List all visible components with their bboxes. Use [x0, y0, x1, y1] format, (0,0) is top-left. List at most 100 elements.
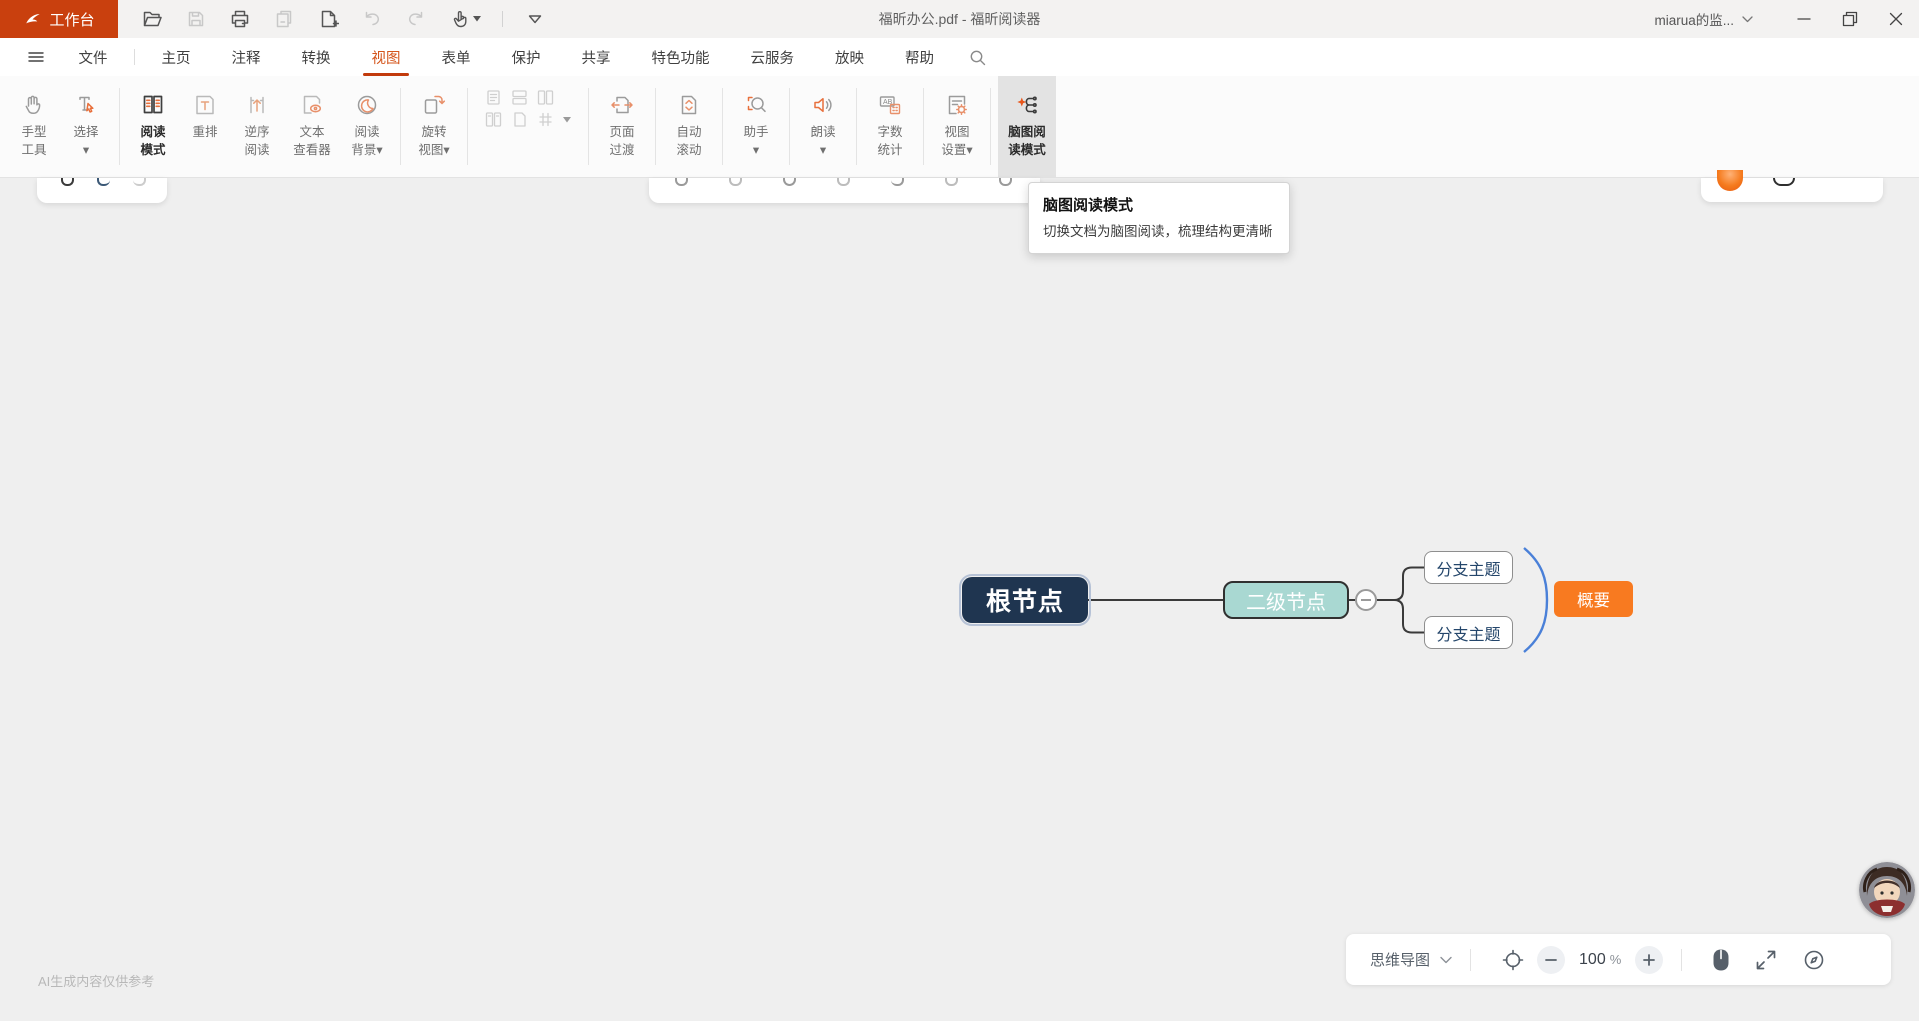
redo-icon[interactable] [404, 7, 428, 31]
menu-bar: 文件 主页 注释 转换 视图 表单 保护 共享 特色功能 云服务 放映 帮助 [0, 38, 1919, 76]
reading-background-button[interactable]: 阅读 背景▾ [341, 76, 393, 177]
partial-toolbar-left [37, 178, 167, 203]
rotate-view-button[interactable]: 旋转 视图▾ [408, 76, 460, 177]
menu-item-file[interactable]: 文件 [79, 38, 108, 76]
partial-icon [891, 178, 904, 186]
statusbar-divider [1470, 949, 1471, 971]
zoom-level-value: 100 [1579, 951, 1606, 969]
page-layout-group[interactable] [475, 76, 581, 177]
split-layout-icon[interactable] [511, 112, 528, 127]
book-layout-icon[interactable] [485, 112, 502, 127]
reflow-icon [191, 87, 219, 123]
titlebar-divider [502, 11, 503, 27]
menu-item-share[interactable]: 共享 [582, 38, 611, 76]
text-viewer-icon [298, 87, 326, 123]
book-icon [139, 87, 167, 123]
reverse-reading-button[interactable]: 逆序 阅读 [231, 76, 283, 177]
copy-icon[interactable] [272, 7, 296, 31]
user-account-menu[interactable]: miarua的监... [1654, 9, 1753, 29]
mouse-mode-icon[interactable] [1712, 948, 1730, 972]
mindmap-branch-node-bottom[interactable]: 分支主题 [1424, 616, 1513, 649]
page-transition-button[interactable]: 页面 过渡 [596, 76, 648, 177]
search-icon[interactable] [969, 49, 986, 66]
title-bar: 工作台 福昕办公.pdf - 福昕阅读器 [0, 0, 1919, 38]
word-count-button[interactable]: AB 字数 统计 [864, 76, 916, 177]
ribbon-divider [923, 88, 924, 165]
menu-item-protect[interactable]: 保护 [512, 38, 541, 76]
partial-icon [837, 178, 850, 186]
zoom-out-button[interactable] [1537, 946, 1565, 974]
restore-window-button[interactable] [1827, 0, 1873, 38]
facing-layout-icon[interactable] [537, 90, 554, 105]
menu-item-comment[interactable]: 注释 [232, 38, 261, 76]
mindmap-mode-icon [1013, 87, 1041, 123]
mindmap-summary-node[interactable]: 概要 [1554, 581, 1633, 617]
ribbon-divider [856, 88, 857, 165]
auto-scroll-icon [675, 87, 703, 123]
assistant-avatar[interactable] [1859, 862, 1915, 918]
locate-center-icon[interactable] [1501, 948, 1525, 972]
save-icon[interactable] [184, 7, 208, 31]
menu-item-view[interactable]: 视图 [372, 38, 401, 76]
ribbon-divider [467, 88, 468, 165]
reflow-button[interactable]: 重排 [179, 76, 231, 177]
tooltip-title: 脑图阅读模式 [1043, 194, 1275, 215]
user-name: miarua的监... [1654, 9, 1734, 29]
assistant-button[interactable]: 助手 ▾ [730, 76, 782, 177]
collapse-branch-button[interactable] [1355, 589, 1377, 611]
view-settings-button[interactable]: 视图 设置▾ [931, 76, 983, 177]
undo-icon[interactable] [360, 7, 384, 31]
auto-scroll-button[interactable]: 自动 滚动 [663, 76, 715, 177]
mindmap-canvas[interactable]: 脑图阅读模式 切换文档为脑图阅读，梳理结构更清晰 根节点 二级节点 分支主题 分… [0, 178, 1919, 1021]
statusbar-divider [1681, 949, 1682, 971]
touch-mode-icon[interactable] [448, 7, 482, 31]
mindmap-second-level-node[interactable]: 二级节点 [1223, 581, 1349, 619]
read-mode-button[interactable]: 阅读 模式 [127, 76, 179, 177]
mindmap-read-mode-button[interactable]: 脑图阅 读模式 [998, 76, 1056, 177]
workspace-button[interactable]: 工作台 [0, 0, 118, 38]
open-file-icon[interactable] [140, 7, 164, 31]
rotate-icon [420, 87, 448, 123]
minimize-button[interactable] [1781, 0, 1827, 38]
read-aloud-button[interactable]: 朗读 ▾ [797, 76, 849, 177]
menu-item-features[interactable]: 特色功能 [652, 38, 710, 76]
compass-icon[interactable] [1802, 948, 1826, 972]
fullscreen-icon[interactable] [1754, 948, 1778, 972]
menu-divider [134, 49, 135, 65]
diagram-mode-select[interactable]: 思维导图 [1370, 949, 1452, 970]
new-file-icon[interactable] [316, 7, 340, 31]
continuous-layout-icon[interactable] [511, 90, 528, 105]
partial-icon [133, 178, 146, 186]
ribbon-divider [588, 88, 589, 165]
hand-icon [20, 87, 48, 123]
page-transition-icon [608, 87, 636, 123]
partial-icon [675, 178, 688, 186]
mindmap-root-node[interactable]: 根节点 [962, 577, 1088, 623]
menu-item-form[interactable]: 表单 [442, 38, 471, 76]
text-viewer-button[interactable]: 文本 查看器 [283, 76, 341, 177]
hand-tool-button[interactable]: 手型 工具 [8, 76, 60, 177]
menu-item-convert[interactable]: 转换 [302, 38, 331, 76]
summary-brace [1524, 548, 1547, 652]
ribbon-toolbar: 手型 工具 选择 ▾ 阅读 模式 重排 逆序 阅读 文本 查看器 [0, 76, 1919, 178]
partial-icon [1773, 178, 1795, 186]
menu-item-home[interactable]: 主页 [162, 38, 191, 76]
menu-item-help[interactable]: 帮助 [905, 38, 934, 76]
partial-toolbar-middle [649, 178, 1040, 203]
single-page-layout-icon[interactable] [485, 90, 502, 105]
moon-theme-icon [353, 87, 381, 123]
menu-item-cloud[interactable]: 云服务 [751, 38, 795, 76]
zoom-in-button[interactable] [1635, 946, 1663, 974]
select-tool-button[interactable]: 选择 ▾ [60, 76, 112, 177]
mindmap-branch-node-top[interactable]: 分支主题 [1424, 551, 1513, 584]
partial-icon [97, 178, 110, 186]
workspace-label: 工作台 [49, 9, 94, 30]
hamburger-menu-icon[interactable] [28, 50, 44, 64]
menu-item-present[interactable]: 放映 [835, 38, 864, 76]
text-select-icon [72, 87, 100, 123]
close-window-button[interactable] [1873, 0, 1919, 38]
print-icon[interactable] [228, 7, 252, 31]
layout-dropdown-icon[interactable] [563, 117, 571, 123]
collapse-ribbon-icon[interactable] [523, 7, 547, 31]
scroll-layout-icon[interactable] [537, 112, 554, 127]
